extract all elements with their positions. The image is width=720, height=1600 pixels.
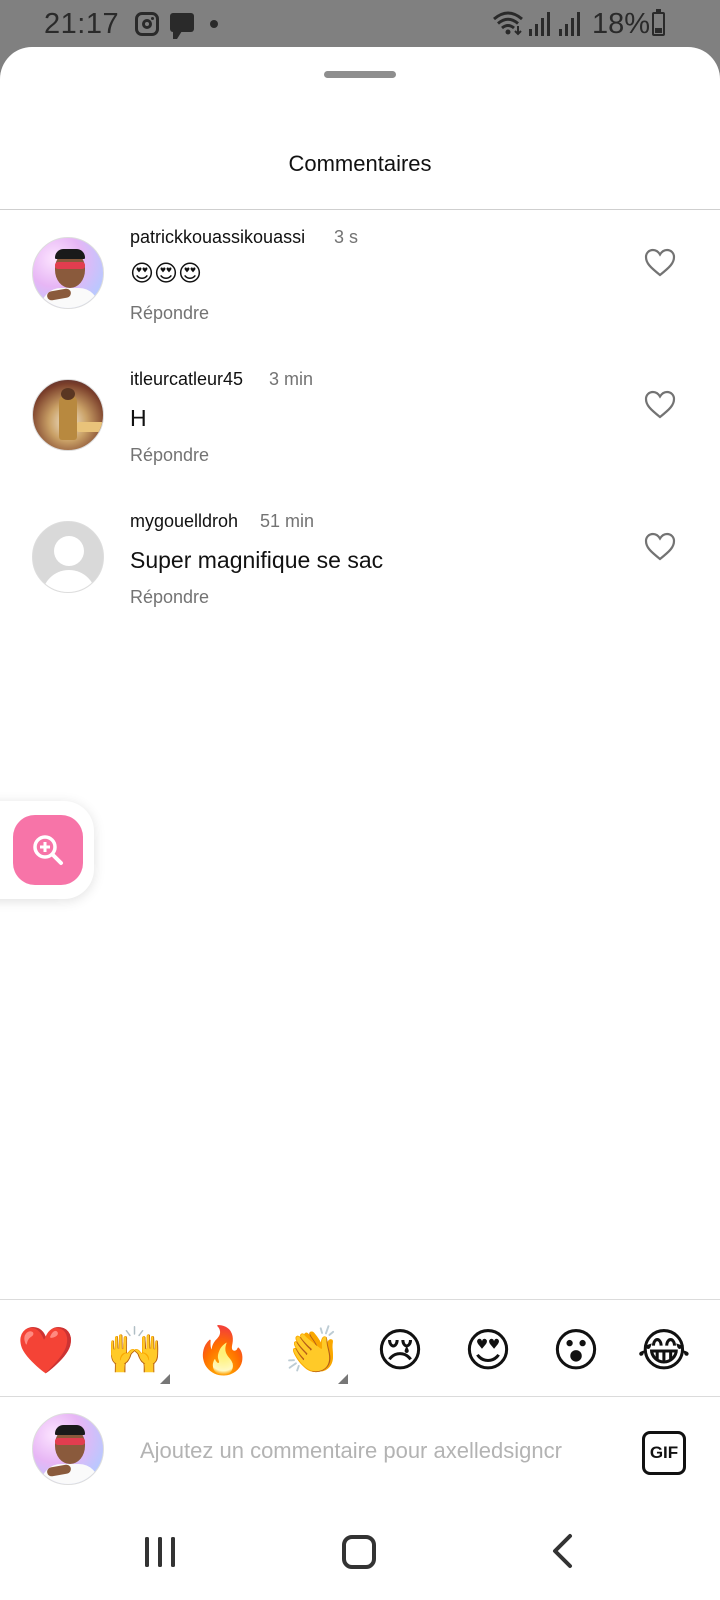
message-icon bbox=[170, 13, 194, 39]
comment-time: 3 s bbox=[334, 227, 359, 247]
signal-icon bbox=[529, 12, 550, 36]
status-bar: 21:17 18% bbox=[0, 0, 720, 48]
home-icon[interactable] bbox=[342, 1535, 376, 1569]
wifi-icon bbox=[493, 11, 523, 36]
comment-text: Super magnifique se sac bbox=[130, 547, 384, 573]
status-time: 21:17 bbox=[44, 8, 120, 40]
emoji-laughing[interactable]: 😂 bbox=[636, 1322, 692, 1378]
comment-text: 😍😍😍 bbox=[130, 261, 202, 287]
emoji-fire[interactable]: 🔥 bbox=[194, 1322, 251, 1378]
avatar[interactable] bbox=[32, 379, 104, 451]
emoji-heart-eyes[interactable]: 😍 bbox=[460, 1322, 516, 1378]
dot-icon bbox=[210, 20, 218, 28]
emoji-clapping[interactable]: 👏 bbox=[284, 1322, 348, 1384]
recent-apps-icon[interactable] bbox=[143, 1535, 177, 1569]
comment-text: H bbox=[130, 405, 147, 431]
drag-handle[interactable] bbox=[324, 71, 396, 78]
comment-input[interactable] bbox=[140, 1433, 610, 1469]
signal-icon bbox=[559, 12, 580, 36]
zoom-in-icon bbox=[33, 835, 63, 865]
emoji-crying[interactable]: 😢 bbox=[372, 1322, 428, 1378]
floating-zoom-container bbox=[0, 801, 94, 899]
comment-username[interactable]: patrickkouassikouassi bbox=[130, 227, 305, 248]
emoji-raised-hands[interactable]: 🙌 bbox=[106, 1322, 170, 1384]
comment-item: mygouelldroh 51 min Super magnifique se … bbox=[0, 507, 720, 637]
divider bbox=[0, 209, 720, 210]
heart-icon[interactable] bbox=[644, 248, 676, 278]
instagram-icon bbox=[135, 12, 159, 36]
reply-button[interactable]: Répondre bbox=[130, 587, 209, 608]
comment-time: 3 min bbox=[269, 369, 314, 389]
comment-time: 51 min bbox=[260, 511, 315, 531]
emoji-raised-hands-glyph: 🙌 bbox=[106, 1323, 164, 1377]
comment-username[interactable]: mygouelldroh bbox=[130, 511, 238, 532]
navigation-bar bbox=[0, 1507, 720, 1600]
skin-tone-indicator bbox=[160, 1374, 170, 1384]
skin-tone-indicator bbox=[338, 1374, 348, 1384]
emoji-surprised[interactable]: 😮 bbox=[548, 1322, 604, 1378]
sheet-title: Commentaires bbox=[288, 151, 432, 176]
comment-username[interactable]: itleurcatleur45 bbox=[130, 369, 243, 390]
heart-icon[interactable] bbox=[644, 390, 676, 420]
avatar bbox=[32, 1413, 104, 1485]
reply-button[interactable]: Répondre bbox=[130, 445, 209, 466]
comment-item: itleurcatleur45 3 min H Répondre bbox=[0, 365, 720, 495]
emoji-bar: ❤️ 🙌 🔥 👏 😢 😍 😮 😂 bbox=[0, 1300, 720, 1396]
avatar[interactable] bbox=[32, 237, 104, 309]
gif-button[interactable]: GIF bbox=[642, 1431, 686, 1475]
battery-percentage: 18% bbox=[592, 8, 651, 40]
comment-item: patrickkouassikouassi 3 s 😍😍😍 Répondre bbox=[0, 223, 720, 353]
zoom-button[interactable] bbox=[13, 815, 83, 885]
battery-icon bbox=[652, 9, 665, 36]
avatar[interactable] bbox=[32, 521, 104, 593]
back-icon[interactable] bbox=[550, 1533, 574, 1569]
emoji-clapping-glyph: 👏 bbox=[284, 1323, 342, 1377]
reply-button[interactable]: Répondre bbox=[130, 303, 209, 324]
comment-input-row: GIF bbox=[0, 1397, 720, 1507]
heart-icon[interactable] bbox=[644, 532, 676, 562]
emoji-heart[interactable]: ❤️ bbox=[17, 1322, 74, 1378]
